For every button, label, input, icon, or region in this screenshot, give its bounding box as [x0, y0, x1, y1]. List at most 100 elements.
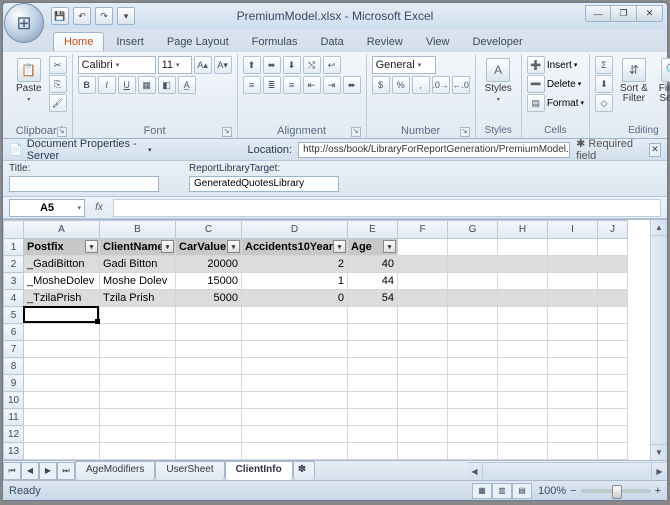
cell[interactable]: [548, 409, 598, 426]
row-header-7[interactable]: 7: [4, 341, 24, 358]
view-page-break-icon[interactable]: ▤: [512, 483, 532, 499]
font-launcher-icon[interactable]: ↘: [222, 127, 232, 137]
sheet-nav-next-icon[interactable]: ▶: [39, 462, 57, 480]
cell[interactable]: [498, 256, 548, 273]
view-page-layout-icon[interactable]: ▥: [492, 483, 512, 499]
fx-icon[interactable]: fx: [91, 200, 107, 216]
cell[interactable]: [448, 460, 498, 461]
col-header-F[interactable]: F: [398, 221, 448, 239]
cell[interactable]: [242, 358, 348, 375]
scroll-right-icon[interactable]: ▶: [651, 463, 667, 479]
reportlibrarytarget-input[interactable]: GeneratedQuotesLibrary: [189, 176, 339, 192]
cell[interactable]: [176, 341, 242, 358]
col-header-G[interactable]: G: [448, 221, 498, 239]
cell[interactable]: [242, 307, 348, 324]
cell[interactable]: [448, 358, 498, 375]
cell[interactable]: [398, 460, 448, 461]
filter-icon[interactable]: ▾: [85, 240, 98, 253]
copy-icon[interactable]: ⎘: [49, 75, 67, 93]
cell[interactable]: [548, 324, 598, 341]
cell[interactable]: [448, 341, 498, 358]
row-header-1[interactable]: 1: [4, 239, 24, 256]
wrap-text-icon[interactable]: ↩: [323, 56, 341, 74]
cell[interactable]: Moshe Dolev: [100, 273, 176, 290]
cell[interactable]: 54: [348, 290, 398, 307]
doc-props-heading[interactable]: Document Properties - Server: [27, 138, 144, 162]
cell[interactable]: [598, 358, 628, 375]
cell[interactable]: [498, 409, 548, 426]
cell[interactable]: [548, 341, 598, 358]
shrink-font-icon[interactable]: A▾: [214, 56, 232, 74]
cell[interactable]: [448, 307, 498, 324]
cell[interactable]: [176, 375, 242, 392]
tab-formulas[interactable]: Formulas: [241, 32, 309, 51]
cell[interactable]: [242, 375, 348, 392]
number-format-combo[interactable]: General▾: [372, 56, 436, 74]
cell[interactable]: [598, 324, 628, 341]
tab-home[interactable]: Home: [53, 32, 104, 51]
cell[interactable]: [598, 375, 628, 392]
cell[interactable]: [348, 443, 398, 460]
cell[interactable]: [24, 375, 100, 392]
close-button[interactable]: ✕: [637, 5, 663, 22]
indent-inc-icon[interactable]: ⇥: [323, 76, 341, 94]
cell[interactable]: [498, 426, 548, 443]
cell[interactable]: [448, 426, 498, 443]
cell[interactable]: [242, 426, 348, 443]
doc-props-icon[interactable]: 📄: [9, 143, 23, 156]
format-painter-icon[interactable]: 🖌: [49, 94, 67, 112]
align-center-icon[interactable]: ≣: [263, 76, 281, 94]
cell[interactable]: [176, 426, 242, 443]
cell[interactable]: [498, 307, 548, 324]
font-color-icon[interactable]: A̲: [178, 76, 196, 94]
cell[interactable]: [348, 341, 398, 358]
sheet-nav-first-icon[interactable]: ⏮: [3, 462, 21, 480]
align-middle-icon[interactable]: ⬌: [263, 56, 281, 74]
cell[interactable]: [548, 307, 598, 324]
col-header-H[interactable]: H: [498, 221, 548, 239]
cell[interactable]: [100, 341, 176, 358]
cell[interactable]: [176, 392, 242, 409]
cell[interactable]: [398, 375, 448, 392]
grow-font-icon[interactable]: A▴: [194, 56, 212, 74]
tab-page-layout[interactable]: Page Layout: [156, 32, 240, 51]
cell[interactable]: [498, 460, 548, 461]
cell[interactable]: [398, 392, 448, 409]
autosum-icon[interactable]: Σ: [595, 56, 613, 74]
alignment-launcher-icon[interactable]: ↘: [351, 127, 361, 137]
table-header-cell[interactable]: ClientName▾: [100, 239, 176, 256]
scroll-down-icon[interactable]: ▼: [651, 444, 667, 460]
cell[interactable]: [598, 290, 628, 307]
cell[interactable]: 40: [348, 256, 398, 273]
cell[interactable]: [176, 443, 242, 460]
cell[interactable]: [24, 426, 100, 443]
find-select-button[interactable]: 🔍 Find & Select: [655, 56, 670, 106]
horizontal-scrollbar[interactable]: ◀ ▶: [467, 462, 667, 479]
table-header-cell[interactable]: Accidents10Years▾: [242, 239, 348, 256]
cell[interactable]: Gadi Bitton: [100, 256, 176, 273]
title-input[interactable]: [9, 176, 159, 192]
tab-developer[interactable]: Developer: [461, 32, 533, 51]
paste-button[interactable]: 📋 Paste ▾: [12, 56, 46, 105]
format-cells-icon[interactable]: ▤: [527, 94, 545, 112]
align-top-icon[interactable]: ⬆: [243, 56, 261, 74]
filter-icon[interactable]: ▾: [161, 240, 174, 253]
cell[interactable]: [100, 443, 176, 460]
col-header-B[interactable]: B: [100, 221, 176, 239]
col-header-C[interactable]: C: [176, 221, 242, 239]
cell[interactable]: [398, 358, 448, 375]
row-header-12[interactable]: 12: [4, 426, 24, 443]
qat-save-icon[interactable]: 💾: [51, 7, 69, 25]
sheet-tab-clientinfo[interactable]: ClientInfo: [225, 461, 293, 480]
cell[interactable]: [548, 426, 598, 443]
cell[interactable]: [498, 358, 548, 375]
cell[interactable]: [548, 392, 598, 409]
cell[interactable]: [24, 358, 100, 375]
cell[interactable]: [242, 341, 348, 358]
currency-icon[interactable]: $: [372, 76, 390, 94]
insert-sheet-icon[interactable]: ✽: [293, 461, 315, 480]
cell[interactable]: [598, 239, 628, 256]
cell[interactable]: [448, 324, 498, 341]
cell[interactable]: 5000: [176, 290, 242, 307]
cell[interactable]: [448, 443, 498, 460]
